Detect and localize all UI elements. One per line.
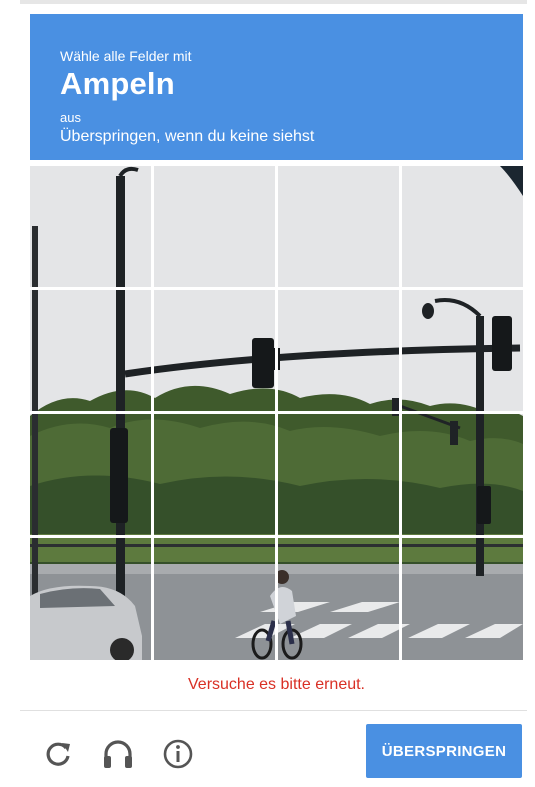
grid-tile[interactable] bbox=[30, 290, 151, 411]
target-object-label: Ampeln bbox=[60, 66, 175, 101]
grid-tile[interactable] bbox=[402, 414, 523, 535]
error-message: Versuche es bitte erneut. bbox=[188, 676, 365, 693]
challenge-header: Wähle alle Felder mit Ampeln aus Überspr… bbox=[30, 14, 523, 160]
grid-tile[interactable] bbox=[154, 166, 275, 287]
skip-button[interactable]: ÜBERSPRINGEN bbox=[366, 724, 522, 778]
grid-tile[interactable] bbox=[154, 538, 275, 660]
grid-tile[interactable] bbox=[30, 538, 151, 660]
skip-hint: Überspringen, wenn du keine siehst bbox=[60, 128, 315, 145]
grid-tile[interactable] bbox=[278, 414, 399, 535]
grid-tile[interactable] bbox=[30, 166, 151, 287]
info-icon[interactable] bbox=[160, 736, 196, 772]
grid-tile[interactable] bbox=[278, 166, 399, 287]
reload-icon[interactable] bbox=[40, 736, 76, 772]
grid-tile[interactable] bbox=[278, 290, 399, 411]
grid-tile[interactable] bbox=[402, 290, 523, 411]
instruction-text: Wähle alle Felder mit bbox=[60, 48, 192, 64]
grid-tile[interactable] bbox=[154, 290, 275, 411]
instruction-suffix: aus bbox=[60, 110, 81, 125]
grid-tile[interactable] bbox=[402, 166, 523, 287]
grid-tile[interactable] bbox=[402, 538, 523, 660]
image-grid bbox=[30, 166, 523, 660]
grid-tile[interactable] bbox=[154, 414, 275, 535]
grid-tile[interactable] bbox=[278, 538, 399, 660]
footer-divider bbox=[20, 710, 527, 711]
headphones-icon[interactable] bbox=[100, 736, 136, 772]
grid-tile[interactable] bbox=[30, 414, 151, 535]
